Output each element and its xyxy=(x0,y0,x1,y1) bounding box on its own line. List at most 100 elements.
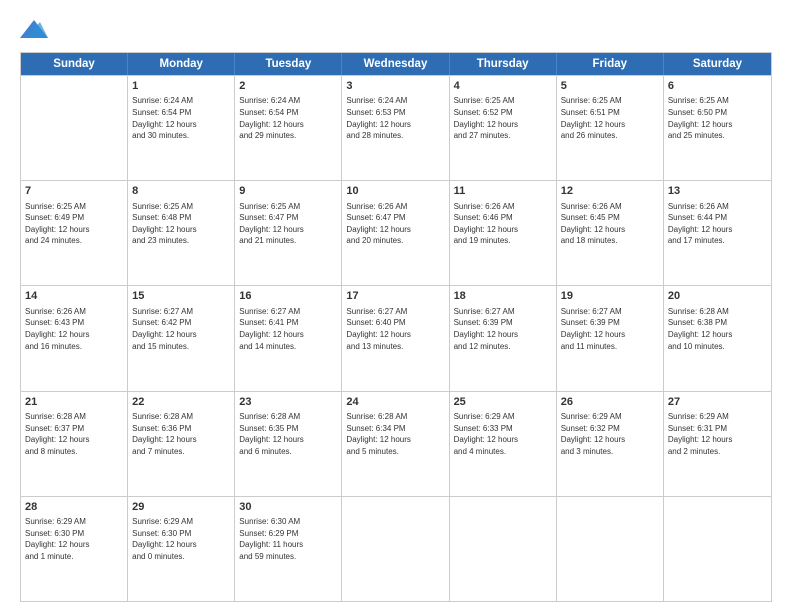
cal-cell: 20Sunrise: 6:28 AM Sunset: 6:38 PM Dayli… xyxy=(664,286,771,390)
day-number: 24 xyxy=(346,395,444,410)
cal-cell: 4Sunrise: 6:25 AM Sunset: 6:52 PM Daylig… xyxy=(450,76,557,180)
day-number: 18 xyxy=(454,289,552,304)
day-number: 13 xyxy=(668,184,767,199)
day-number: 19 xyxy=(561,289,659,304)
cal-header-cell: Saturday xyxy=(664,53,771,75)
cal-week: 7 Sunrise: 6:25 AM Sunset: 6:49 PM Daylig… xyxy=(21,180,771,285)
day-number: 30 xyxy=(239,500,337,515)
header xyxy=(20,18,772,42)
page: SundayMondayTuesdayWednesdayThursdayFrid… xyxy=(0,0,792,612)
day-info: Sunrise: 6:28 AM Sunset: 6:35 PM Dayligh… xyxy=(239,411,337,457)
day-info: Sunrise: 6:24 AM Sunset: 6:53 PM Dayligh… xyxy=(346,95,444,141)
day-info: Sunrise: 6:26 AM Sunset: 6:47 PM Dayligh… xyxy=(346,201,444,247)
day-number: 1 xyxy=(132,79,230,94)
day-info: Sunrise: 6:28 AM Sunset: 6:34 PM Dayligh… xyxy=(346,411,444,457)
day-info: Sunrise: 6:26 AM Sunset: 6:43 PM Dayligh… xyxy=(25,306,123,352)
day-number: 4 xyxy=(454,79,552,94)
day-info: Sunrise: 6:26 AM Sunset: 6:46 PM Dayligh… xyxy=(454,201,552,247)
cal-header-cell: Thursday xyxy=(450,53,557,75)
day-info: Sunrise: 6:25 AM Sunset: 6:50 PM Dayligh… xyxy=(668,95,767,141)
cal-cell: 18Sunrise: 6:27 AM Sunset: 6:39 PM Dayli… xyxy=(450,286,557,390)
day-info: Sunrise: 6:29 AM Sunset: 6:31 PM Dayligh… xyxy=(668,411,767,457)
day-info: Sunrise: 6:27 AM Sunset: 6:42 PM Dayligh… xyxy=(132,306,230,352)
day-number: 25 xyxy=(454,395,552,410)
cal-cell: 5Sunrise: 6:25 AM Sunset: 6:51 PM Daylig… xyxy=(557,76,664,180)
cal-cell: 8 Sunrise: 6:25 AM Sunset: 6:48 PM Daylig… xyxy=(128,181,235,285)
day-info: Sunrise: 6:29 AM Sunset: 6:33 PM Dayligh… xyxy=(454,411,552,457)
day-info: Sunrise: 6:25 AM Sunset: 6:47 PM Dayligh… xyxy=(239,201,337,247)
day-number: 15 xyxy=(132,289,230,304)
day-info: Sunrise: 6:28 AM Sunset: 6:36 PM Dayligh… xyxy=(132,411,230,457)
cal-cell: 6Sunrise: 6:25 AM Sunset: 6:50 PM Daylig… xyxy=(664,76,771,180)
cal-cell: 24Sunrise: 6:28 AM Sunset: 6:34 PM Dayli… xyxy=(342,392,449,496)
day-number: 11 xyxy=(454,184,552,199)
cal-header-cell: Friday xyxy=(557,53,664,75)
day-info: Sunrise: 6:30 AM Sunset: 6:29 PM Dayligh… xyxy=(239,516,337,562)
cal-cell: 25Sunrise: 6:29 AM Sunset: 6:33 PM Dayli… xyxy=(450,392,557,496)
cal-cell: 1Sunrise: 6:24 AM Sunset: 6:54 PM Daylig… xyxy=(128,76,235,180)
day-info: Sunrise: 6:27 AM Sunset: 6:40 PM Dayligh… xyxy=(346,306,444,352)
day-info: Sunrise: 6:25 AM Sunset: 6:49 PM Dayligh… xyxy=(25,201,123,247)
cal-cell: 12 Sunrise: 6:26 AM Sunset: 6:45 PM Dayli… xyxy=(557,181,664,285)
day-number: 3 xyxy=(346,79,444,94)
cal-week: 28Sunrise: 6:29 AM Sunset: 6:30 PM Dayli… xyxy=(21,496,771,601)
day-number: 21 xyxy=(25,395,123,410)
day-number: 9 xyxy=(239,184,337,199)
day-number: 29 xyxy=(132,500,230,515)
cal-cell: 21Sunrise: 6:28 AM Sunset: 6:37 PM Dayli… xyxy=(21,392,128,496)
calendar: SundayMondayTuesdayWednesdayThursdayFrid… xyxy=(20,52,772,602)
cal-cell: 29Sunrise: 6:29 AM Sunset: 6:30 PM Dayli… xyxy=(128,497,235,601)
day-info: Sunrise: 6:25 AM Sunset: 6:48 PM Dayligh… xyxy=(132,201,230,247)
cal-cell: 27Sunrise: 6:29 AM Sunset: 6:31 PM Dayli… xyxy=(664,392,771,496)
day-info: Sunrise: 6:29 AM Sunset: 6:32 PM Dayligh… xyxy=(561,411,659,457)
cal-header-cell: Monday xyxy=(128,53,235,75)
day-info: Sunrise: 6:27 AM Sunset: 6:39 PM Dayligh… xyxy=(561,306,659,352)
day-number: 7 xyxy=(25,184,123,199)
day-info: Sunrise: 6:26 AM Sunset: 6:45 PM Dayligh… xyxy=(561,201,659,247)
cal-cell: 9 Sunrise: 6:25 AM Sunset: 6:47 PM Daylig… xyxy=(235,181,342,285)
day-number: 28 xyxy=(25,500,123,515)
cal-cell: 3Sunrise: 6:24 AM Sunset: 6:53 PM Daylig… xyxy=(342,76,449,180)
day-info: Sunrise: 6:26 AM Sunset: 6:44 PM Dayligh… xyxy=(668,201,767,247)
day-info: Sunrise: 6:27 AM Sunset: 6:41 PM Dayligh… xyxy=(239,306,337,352)
day-number: 26 xyxy=(561,395,659,410)
cal-week: 21Sunrise: 6:28 AM Sunset: 6:37 PM Dayli… xyxy=(21,391,771,496)
calendar-body: 1 Sunrise: 6:24 AM Sunset: 6:54 PM Daylig… xyxy=(21,75,771,601)
day-number: 6 xyxy=(668,79,767,94)
day-number: 23 xyxy=(239,395,337,410)
day-info: Sunrise: 6:25 AM Sunset: 6:52 PM Dayligh… xyxy=(454,95,552,141)
cal-cell: 10 Sunrise: 6:26 AM Sunset: 6:47 PM Dayli… xyxy=(342,181,449,285)
day-number: 10 xyxy=(346,184,444,199)
logo-icon xyxy=(20,18,48,42)
day-number: 20 xyxy=(668,289,767,304)
cal-week: 14 Sunrise: 6:26 AM Sunset: 6:43 PM Dayli… xyxy=(21,285,771,390)
cal-cell: 26Sunrise: 6:29 AM Sunset: 6:32 PM Dayli… xyxy=(557,392,664,496)
cal-cell: 16 Sunrise: 6:27 AM Sunset: 6:41 PM Dayli… xyxy=(235,286,342,390)
cal-cell xyxy=(21,76,128,180)
day-number: 12 xyxy=(561,184,659,199)
cal-cell: 11 Sunrise: 6:26 AM Sunset: 6:46 PM Dayli… xyxy=(450,181,557,285)
cal-cell: 14 Sunrise: 6:26 AM Sunset: 6:43 PM Dayli… xyxy=(21,286,128,390)
cal-header-cell: Sunday xyxy=(21,53,128,75)
cal-cell: 28Sunrise: 6:29 AM Sunset: 6:30 PM Dayli… xyxy=(21,497,128,601)
day-number: 5 xyxy=(561,79,659,94)
day-number: 16 xyxy=(239,289,337,304)
day-number: 8 xyxy=(132,184,230,199)
day-info: Sunrise: 6:24 AM Sunset: 6:54 PM Dayligh… xyxy=(239,95,337,141)
cal-cell: 30Sunrise: 6:30 AM Sunset: 6:29 PM Dayli… xyxy=(235,497,342,601)
cal-cell: 23Sunrise: 6:28 AM Sunset: 6:35 PM Dayli… xyxy=(235,392,342,496)
day-number: 14 xyxy=(25,289,123,304)
cal-week: 1 Sunrise: 6:24 AM Sunset: 6:54 PM Daylig… xyxy=(21,75,771,180)
day-number: 17 xyxy=(346,289,444,304)
cal-cell: 2Sunrise: 6:24 AM Sunset: 6:54 PM Daylig… xyxy=(235,76,342,180)
day-info: Sunrise: 6:28 AM Sunset: 6:37 PM Dayligh… xyxy=(25,411,123,457)
cal-cell xyxy=(664,497,771,601)
day-number: 2 xyxy=(239,79,337,94)
cal-cell xyxy=(450,497,557,601)
calendar-header-row: SundayMondayTuesdayWednesdayThursdayFrid… xyxy=(21,53,771,75)
cal-header-cell: Wednesday xyxy=(342,53,449,75)
cal-cell: 13 Sunrise: 6:26 AM Sunset: 6:44 PM Dayli… xyxy=(664,181,771,285)
cal-cell: 15 Sunrise: 6:27 AM Sunset: 6:42 PM Dayli… xyxy=(128,286,235,390)
cal-cell xyxy=(342,497,449,601)
day-info: Sunrise: 6:29 AM Sunset: 6:30 PM Dayligh… xyxy=(25,516,123,562)
